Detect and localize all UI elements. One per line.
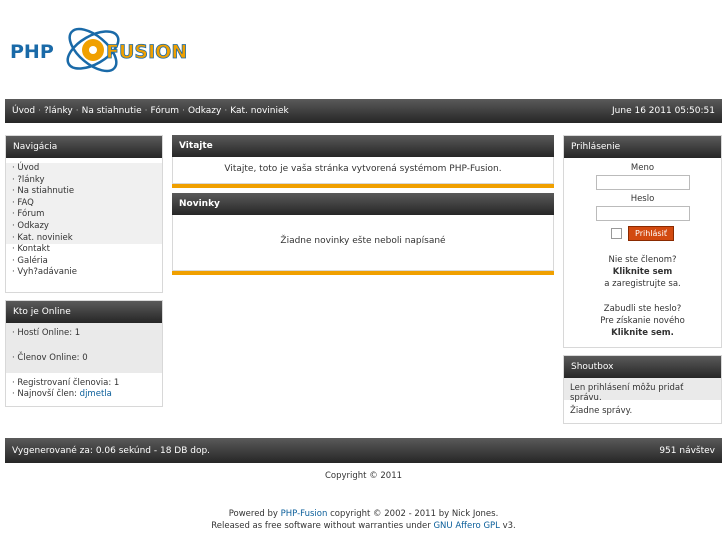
render-time: Vygenerované za: 0.06 sekúnd - 18 DB dop… <box>12 445 211 456</box>
shoutbox-panel: Shoutbox Len prihlásení môžu pridať sprá… <box>563 355 722 424</box>
top-nav-uvod[interactable]: Úvod <box>12 106 35 116</box>
password-label: Heslo <box>630 194 655 204</box>
date-time: June 16 2011 05:50:51 <box>612 106 715 116</box>
not-member-text: Nie ste členom? <box>608 255 677 265</box>
newest-member-link[interactable]: djmetla <box>80 389 112 399</box>
top-nav-odkazy[interactable]: Odkazy <box>188 106 221 116</box>
welcome-title: Vitajte <box>172 135 554 157</box>
sidebar-item-search[interactable]: · Vyh?adávanie <box>6 267 162 279</box>
sidebar-item-kontakt[interactable]: · Kontakt <box>6 244 162 256</box>
newest-member: · Najnovší člen: djmetla <box>12 389 112 399</box>
members-online: · Členov Online: 0 <box>6 348 162 373</box>
guests-online: · Hostí Online: 1 <box>6 323 162 348</box>
powered-by: Powered by PHP-Fusion copyright © 2002 -… <box>211 509 516 531</box>
sidebar-item-faq[interactable]: · FAQ <box>6 197 162 210</box>
top-nav-links: Úvod · ?lánky · Na stiahnutie · Fórum · Odkazy · K… <box>12 106 289 116</box>
login-title: Prihlásenie <box>564 136 721 158</box>
password-input[interactable] <box>595 206 690 221</box>
register-link[interactable]: Kliknite sem <box>564 266 721 278</box>
navigation-panel: Navigácia · Úvod · ?lánky · Na stiahnuti… <box>5 135 163 293</box>
shoutbox-empty: Žiadne správy. <box>570 406 633 416</box>
welcome-text: Vitajte, toto je vaša stránka vytvorená … <box>172 157 554 184</box>
sidebar-item-forum[interactable]: · Fórum <box>6 209 162 221</box>
top-nav-clanky[interactable]: ?lánky <box>44 106 73 116</box>
sidebar-item-galeria[interactable]: · Galéria <box>6 256 162 268</box>
logo-text-left: PHP <box>10 41 54 63</box>
recover-text: Pre získanie nového <box>600 316 685 326</box>
license-link[interactable]: GNU Affero GPL <box>433 521 499 531</box>
footer-bar: Vygenerované za: 0.06 sekúnd - 18 DB dop… <box>5 438 722 463</box>
username-label: Meno <box>630 163 655 173</box>
php-fusion-link[interactable]: PHP-Fusion <box>281 509 328 519</box>
recover-link[interactable]: Kliknite sem. <box>564 327 721 339</box>
remember-me-checkbox[interactable] <box>611 228 623 239</box>
sidebar-item-downloads[interactable]: · Na stiahnutie <box>6 186 162 198</box>
news-empty-text: Žiadne novinky ešte neboli napísané <box>172 215 554 271</box>
welcome-panel: Vitajte Vitajte, toto je vaša stránka vy… <box>172 135 554 188</box>
sidebar-item-odkazy[interactable]: · Odkazy <box>6 220 162 233</box>
logo-text-right: FUSION <box>106 41 187 63</box>
forgot-password-text: Zabudli ste heslo? <box>603 304 682 314</box>
top-nav-bar: Úvod · ?lánky · Na stiahnutie · Fórum · Odkazy · K… <box>5 99 722 123</box>
news-panel: Novinky Žiadne novinky ešte neboli napís… <box>172 193 554 275</box>
shoutbox-notice: Len prihlásení môžu pridať správu. <box>564 378 721 403</box>
login-button[interactable]: Prihlásiť <box>628 226 674 241</box>
visit-counter: 951 návštev <box>659 445 715 456</box>
sidebar-item-news-categories[interactable]: · Kat. noviniek <box>6 232 162 245</box>
copyright: Copyright © 2011 <box>324 471 403 481</box>
registered-members: · Registrovaní členovia: 1 <box>12 378 120 388</box>
php-fusion-logo[interactable]: PHP FUSION <box>8 8 208 88</box>
online-title: Kto je Online <box>6 301 162 323</box>
news-title: Novinky <box>172 193 554 215</box>
top-nav-news-categories[interactable]: Kat. noviniek <box>230 106 289 116</box>
login-panel: Prihlásenie Meno Heslo Prihlásiť Nie ste… <box>563 135 722 348</box>
shoutbox-title: Shoutbox <box>564 356 721 378</box>
register-text: a zaregistrujte sa. <box>604 279 681 289</box>
welcome-divider <box>172 184 554 188</box>
online-panel: Kto je Online · Hostí Online: 1 · Členov… <box>5 300 163 407</box>
username-input[interactable] <box>595 175 690 190</box>
sidebar-item-uvod[interactable]: · Úvod <box>6 163 162 175</box>
top-nav-downloads[interactable]: Na stiahnutie <box>82 106 142 116</box>
navigation-title: Navigácia <box>6 136 162 158</box>
top-nav-forum[interactable]: Fórum <box>151 106 180 116</box>
sidebar-item-clanky[interactable]: · ?lánky <box>6 174 162 187</box>
navigation-list: · Úvod · ?lánky · Na stiahnutie · FAQ · … <box>6 158 162 279</box>
news-divider <box>172 271 554 275</box>
